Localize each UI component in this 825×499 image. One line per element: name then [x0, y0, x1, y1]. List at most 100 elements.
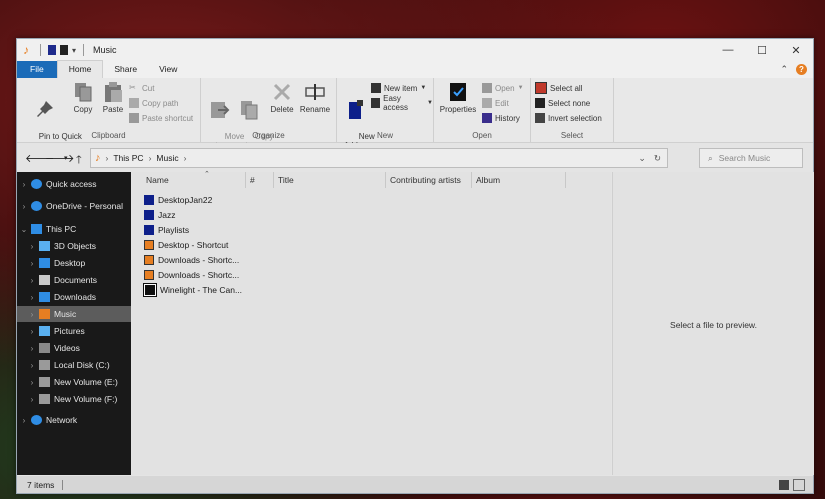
- breadcrumb-music[interactable]: Music: [156, 153, 178, 163]
- sidebar-item-desktop[interactable]: › Desktop: [17, 255, 131, 271]
- sidebar-item-new-volume-f[interactable]: › New Volume (F:): [17, 391, 131, 407]
- sidebar-item-quick-access[interactable]: › Quick access: [17, 176, 131, 192]
- tab-home[interactable]: Home: [56, 60, 104, 78]
- open-button[interactable]: Open ▼: [482, 81, 524, 95]
- new-item-button[interactable]: New item ▼: [371, 81, 426, 95]
- quick-access-toolbar-dropdown-icon[interactable]: ▾: [72, 46, 76, 55]
- paste-button[interactable]: Paste: [101, 81, 125, 114]
- clipboard-group: Pin to Quick access Copy Paste ✂Cut Copy…: [17, 78, 201, 150]
- network-icon: [31, 415, 42, 425]
- chevron-down-icon[interactable]: ⌄: [19, 225, 29, 234]
- sidebar-item-3d-objects[interactable]: › 3D Objects: [17, 238, 131, 254]
- tab-share[interactable]: Share: [103, 61, 148, 78]
- sidebar-item-videos[interactable]: › Videos: [17, 340, 131, 356]
- chevron-right-icon[interactable]: ›: [27, 395, 37, 404]
- column-header-number[interactable]: #: [246, 172, 274, 188]
- invert-selection-button[interactable]: Invert selection: [535, 111, 602, 125]
- cube-icon: [39, 241, 50, 251]
- file-row[interactable]: Downloads - Shortc...: [144, 253, 239, 267]
- tab-file[interactable]: File: [17, 61, 57, 78]
- breadcrumb-separator-icon: ›: [148, 153, 152, 163]
- properties-quick-icon[interactable]: [48, 45, 56, 55]
- file-name: Playlists: [158, 225, 190, 235]
- search-icon: ⌕: [708, 152, 713, 163]
- chevron-right-icon[interactable]: ›: [27, 327, 37, 336]
- properties-button[interactable]: Properties: [438, 81, 478, 114]
- minimize-button[interactable]: —: [711, 39, 745, 61]
- select-none-button[interactable]: Select none: [535, 96, 590, 110]
- history-button[interactable]: History: [482, 111, 520, 125]
- sidebar-item-label: Pictures: [54, 326, 85, 336]
- search-input[interactable]: ⌕ Search Music: [699, 148, 803, 168]
- file-row[interactable]: Winelight - The Can...: [143, 283, 242, 297]
- file-row[interactable]: Desktop - Shortcut: [144, 238, 228, 252]
- file-row[interactable]: Downloads - Shortc...: [144, 268, 239, 282]
- sidebar-item-label: Documents: [54, 275, 97, 285]
- details-view-icon[interactable]: [779, 479, 789, 490]
- status-bar: 7 items: [17, 476, 813, 493]
- chevron-right-icon[interactable]: ›: [27, 378, 37, 387]
- chevron-right-icon[interactable]: ›: [27, 310, 37, 319]
- sidebar-item-this-pc[interactable]: ⌄ This PC: [17, 221, 131, 237]
- drive-icon: [39, 377, 50, 387]
- delete-button[interactable]: Delete: [269, 81, 295, 114]
- close-button[interactable]: ✕: [779, 39, 813, 61]
- column-header-contributing-artists[interactable]: Contributing artists: [386, 172, 472, 188]
- clipboard-group-label: Clipboard: [91, 131, 126, 140]
- sidebar-item-network[interactable]: › Network: [17, 412, 131, 428]
- rename-button[interactable]: Rename: [299, 81, 331, 114]
- sidebar-item-music[interactable]: › Music: [17, 306, 131, 322]
- chevron-right-icon[interactable]: ›: [19, 416, 29, 425]
- title-bar: ♪ ▾ Music — ☐ ✕: [17, 39, 813, 61]
- new-item-icon: [371, 83, 381, 93]
- paste-shortcut-button[interactable]: Paste shortcut: [129, 111, 193, 125]
- sidebar-item-new-volume-e[interactable]: › New Volume (E:): [17, 374, 131, 390]
- column-header-album[interactable]: Album: [472, 172, 566, 188]
- select-all-button[interactable]: Select all: [535, 81, 582, 95]
- computer-icon: [31, 224, 42, 234]
- collapse-ribbon-icon[interactable]: ⌃: [780, 64, 788, 75]
- sidebar-item-pictures[interactable]: › Pictures: [17, 323, 131, 339]
- copy-button[interactable]: Copy: [72, 81, 94, 114]
- breadcrumb-this-pc[interactable]: This PC: [113, 153, 143, 163]
- file-row[interactable]: Playlists: [144, 223, 189, 237]
- sidebar-item-label: New Volume (E:): [54, 377, 118, 387]
- edit-button[interactable]: Edit: [482, 96, 509, 110]
- address-bar-row: 🡐 🡒 ▾ 🡑 ♪ › This PC › Music › ⌄ ↻ ⌕ Sear…: [17, 143, 813, 171]
- chevron-right-icon[interactable]: ›: [19, 202, 29, 211]
- address-bar[interactable]: ♪ › This PC › Music › ⌄ ↻: [90, 148, 668, 168]
- easy-access-button[interactable]: Easy access ▼: [371, 94, 433, 112]
- chevron-right-icon[interactable]: ›: [27, 344, 37, 353]
- new-folder-quick-icon[interactable]: [60, 45, 68, 55]
- forward-button[interactable]: 🡒: [45, 151, 75, 165]
- chevron-right-icon[interactable]: ›: [27, 259, 37, 268]
- up-button[interactable]: 🡑: [76, 151, 82, 170]
- large-icons-view-icon[interactable]: [793, 478, 805, 491]
- refresh-icon[interactable]: ↻: [654, 153, 661, 164]
- chevron-right-icon[interactable]: ›: [19, 180, 29, 189]
- tab-view[interactable]: View: [148, 61, 188, 78]
- chevron-right-icon[interactable]: ›: [27, 242, 37, 251]
- chevron-right-icon[interactable]: ›: [27, 293, 37, 302]
- cut-button[interactable]: ✂ Cut: [129, 81, 154, 95]
- organize-group-label: Organize: [252, 131, 285, 140]
- help-icon[interactable]: ?: [796, 64, 807, 75]
- file-row[interactable]: DesktopJan22: [144, 193, 212, 207]
- copy-path-button[interactable]: Copy path: [129, 96, 178, 110]
- recent-locations-icon[interactable]: ▾: [64, 154, 68, 162]
- chevron-right-icon[interactable]: ›: [27, 276, 37, 285]
- chevron-right-icon[interactable]: ›: [27, 361, 37, 370]
- navigation-pane: › Quick access › OneDrive - Personal ⌄ This P…: [17, 172, 131, 475]
- sidebar-item-onedrive-personal[interactable]: › OneDrive - Personal: [17, 198, 131, 214]
- column-header-name[interactable]: Name: [142, 172, 246, 188]
- sidebar-item-documents[interactable]: › Documents: [17, 272, 131, 288]
- sidebar-item-label: This PC: [46, 224, 77, 234]
- file-row[interactable]: Jazz: [144, 208, 175, 222]
- properties-icon: [450, 83, 466, 101]
- address-dropdown-icon[interactable]: ⌄: [638, 153, 646, 164]
- sidebar-item-local-disk-c[interactable]: › Local Disk (C:): [17, 357, 131, 373]
- maximize-button[interactable]: ☐: [745, 39, 779, 61]
- sidebar-item-downloads[interactable]: › Downloads: [17, 289, 131, 305]
- column-header-title[interactable]: Title: [274, 172, 386, 188]
- sidebar-item-label: Network: [46, 415, 78, 425]
